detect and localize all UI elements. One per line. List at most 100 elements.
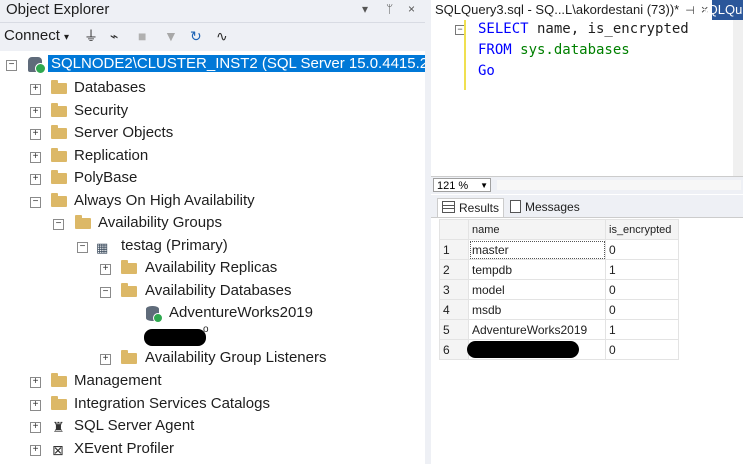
zoom-select[interactable]: 121 % ▼ <box>433 178 491 192</box>
tree-node-label: Availability Databases <box>145 282 292 299</box>
tree-node-label: AdventureWorks2019 <box>169 304 313 321</box>
tab-results[interactable]: Results <box>437 198 505 217</box>
collapse-icon[interactable]: − <box>53 219 64 230</box>
activity-monitor-icon[interactable]: ∿ <box>216 28 228 44</box>
tree-node-security[interactable]: + Security <box>0 101 425 123</box>
column-header[interactable]: name <box>468 219 606 240</box>
tree-node-ag-listeners[interactable]: + Availability Group Listeners <box>0 348 425 370</box>
tree-node-server-objects[interactable]: + Server Objects <box>0 123 425 145</box>
tab-label: Results <box>459 201 500 215</box>
table-row: 1 master 0 <box>439 239 679 260</box>
code-line-3: Go <box>478 63 495 79</box>
table-cell[interactable]: 0 <box>605 339 679 360</box>
tree-node-replication[interactable]: + Replication <box>0 146 425 168</box>
table-cell[interactable]: msdb <box>468 299 606 320</box>
expand-icon[interactable]: + <box>30 445 41 456</box>
tab-sqlquery-other[interactable]: SQLQu <box>699 0 742 20</box>
table-cell[interactable]: 0 <box>605 299 679 320</box>
table-cell[interactable]: 0 <box>605 279 679 300</box>
row-number[interactable]: 3 <box>439 279 469 300</box>
code-line-2: FROM sys.databases <box>478 42 630 58</box>
table-cell[interactable]: model <box>468 279 606 300</box>
tree-node-availability-replicas[interactable]: + Availability Replicas <box>0 258 425 280</box>
expand-icon[interactable]: + <box>30 152 41 163</box>
expand-icon[interactable]: + <box>30 422 41 433</box>
folder-icon <box>51 80 67 94</box>
expand-icon[interactable]: + <box>30 400 41 411</box>
filter-icon[interactable]: ▼ <box>164 28 178 44</box>
table-cell[interactable]: AdventureWorks2019 <box>468 319 606 340</box>
table-cell[interactable]: master <box>468 239 606 260</box>
tree-node-label: testag (Primary) <box>121 237 228 254</box>
tab-messages[interactable]: Messages <box>506 198 584 216</box>
tree-node-label: PolyBase <box>74 169 138 186</box>
expand-icon[interactable]: + <box>30 174 41 185</box>
results-table: name is_encrypted 1 master 0 2 tempdb 1 … <box>439 219 679 360</box>
collapse-icon[interactable]: − <box>30 197 41 208</box>
xevent-icon: ⊠ <box>52 442 64 458</box>
object-explorer-title: Object Explorer <box>6 1 110 18</box>
expand-icon[interactable]: + <box>30 84 41 95</box>
tree-node-server[interactable]: − SQLNODE2\CLUSTER_INST2 (SQL Server 15.… <box>0 54 467 76</box>
row-number[interactable]: 6 <box>439 339 469 360</box>
column-header[interactable]: is_encrypted <box>605 219 679 240</box>
keyword: Go <box>478 63 495 79</box>
pin-icon[interactable]: ⊣ <box>685 5 695 17</box>
object-explorer-titlebar: Object Explorer ▾ ᛘ × <box>0 0 425 23</box>
folder-icon <box>51 125 67 139</box>
tree-node-databases[interactable]: + Databases <box>0 78 425 100</box>
sql-editor[interactable]: − SELECT name, is_encrypted FROM sys.dat… <box>431 20 743 176</box>
tree-node-label: Security <box>74 102 129 119</box>
collapse-icon[interactable]: − <box>77 242 88 253</box>
refresh-icon[interactable]: ↻ <box>190 28 202 44</box>
tree-node-polybase[interactable]: + PolyBase <box>0 168 425 190</box>
tree-node-availability-databases[interactable]: − Availability Databases <box>0 281 425 303</box>
tree-node-integration-services[interactable]: + Integration Services Catalogs <box>0 394 425 416</box>
row-number[interactable]: 1 <box>439 239 469 260</box>
table-cell[interactable]: tempdb <box>468 259 606 280</box>
expand-icon[interactable]: + <box>30 377 41 388</box>
tree-node-availability-groups[interactable]: − Availability Groups <box>0 213 425 235</box>
horizontal-scrollbar[interactable] <box>497 180 741 190</box>
tab-sqlquery3[interactable]: SQLQuery3.sql - SQ...L\akordestani (73))… <box>431 0 713 20</box>
folder-icon <box>75 215 91 229</box>
tree-node-redacted-database[interactable]: o <box>0 324 425 348</box>
tree-node-always-on[interactable]: − Always On High Availability <box>0 191 425 213</box>
window-position-dropdown-icon[interactable]: ▾ <box>362 2 368 16</box>
connect-button[interactable]: Connect ▾ <box>4 27 69 44</box>
row-number[interactable]: 2 <box>439 259 469 280</box>
table-cell[interactable]: 1 <box>605 319 679 340</box>
connect-plug-icon[interactable]: ⏚ <box>84 28 98 44</box>
tab-label: Messages <box>525 200 580 214</box>
collapse-icon[interactable]: − <box>6 60 17 71</box>
row-number[interactable]: 5 <box>439 319 469 340</box>
expand-icon[interactable]: + <box>30 107 41 118</box>
tree-node-adventureworks2019[interactable]: AdventureWorks2019 <box>0 303 425 325</box>
expand-icon[interactable]: + <box>100 354 111 365</box>
query-window: SQLQuery3.sql - SQ...L\akordestani (73))… <box>431 0 743 464</box>
tree-node-management[interactable]: + Management <box>0 371 425 393</box>
auto-hide-pin-icon[interactable]: ᛘ <box>386 2 393 16</box>
vertical-scrollbar[interactable] <box>733 20 743 176</box>
tab-title: SQLQuery3.sql - SQ...L\akordestani (73))… <box>435 2 680 17</box>
collapse-icon[interactable]: − <box>100 287 111 298</box>
disconnect-plug-icon[interactable]: ⌁ <box>110 28 118 44</box>
result-tabs: Results Messages <box>431 195 743 218</box>
chevron-down-icon: ▾ <box>64 32 70 43</box>
stop-icon[interactable]: ■ <box>138 28 146 44</box>
expand-icon[interactable]: + <box>100 264 111 275</box>
row-number[interactable]: 4 <box>439 299 469 320</box>
code-area[interactable]: SELECT name, is_encrypted FROM sys.datab… <box>464 20 741 90</box>
tree-node-label: Integration Services Catalogs <box>74 395 270 412</box>
expand-icon[interactable]: + <box>30 129 41 140</box>
tree-node-testag[interactable]: − ▦ testag (Primary) <box>0 236 425 258</box>
database-icon <box>146 306 163 323</box>
tree-node-label: SQLNODE2\CLUSTER_INST2 (SQL Server 15.0.… <box>48 55 467 72</box>
keyword: FROM <box>478 42 512 58</box>
table-cell[interactable]: 1 <box>605 259 679 280</box>
table-cell-redacted[interactable] <box>467 339 606 360</box>
tree-node-xevent-profiler[interactable]: + ⊠ XEvent Profiler <box>0 439 425 461</box>
table-cell[interactable]: 0 <box>605 239 679 260</box>
tree-node-sql-server-agent[interactable]: + ♜ SQL Server Agent <box>0 416 425 438</box>
close-panel-icon[interactable]: × <box>408 2 415 16</box>
